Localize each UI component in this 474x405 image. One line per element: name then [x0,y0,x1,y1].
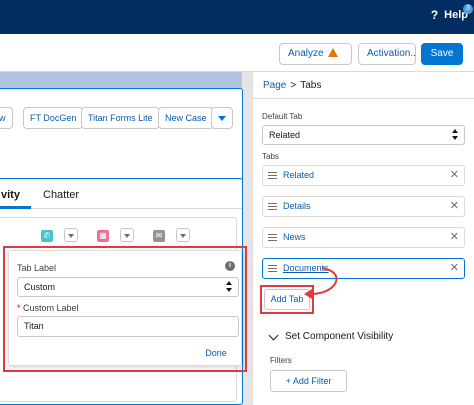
add-filter-label: Add Filter [292,376,332,386]
log-call-button[interactable]: ✆ [36,228,58,244]
action-button-titan-forms-lite[interactable]: Titan Forms Lite [81,107,160,129]
add-tab-button[interactable]: Add Tab [264,289,310,310]
plus-icon: + [285,376,293,386]
breadcrumb: Page > Tabs [263,80,321,91]
analyze-label: Analyze [288,48,324,59]
global-header: ? Help 3 [0,0,474,34]
popover-highlight [3,246,247,372]
divider [253,98,474,99]
activation-button[interactable]: Activation... [358,43,416,65]
breadcrumb-separator: > [290,80,297,91]
close-icon[interactable]: ✕ [450,262,459,275]
close-icon[interactable]: ✕ [450,231,459,244]
question-icon: ? [430,8,439,22]
active-tab-indicator [0,206,31,209]
email-button[interactable]: ✉ [148,228,170,244]
select-arrows-icon [452,129,459,141]
add-filter-button[interactable]: + Add Filter [270,370,347,392]
visibility-section-header[interactable]: Set Component Visibility [268,330,394,342]
tab-activity[interactable]: vity [1,189,20,201]
tab-bar: vity Chatter [0,179,242,209]
new-event-dropdown[interactable] [120,228,134,242]
tab-chatter[interactable]: Chatter [43,189,79,201]
tab-item-documents[interactable]: Documents ✕ [262,258,465,279]
action-button-truncated[interactable]: ow [0,107,13,129]
analyze-button[interactable]: Analyze [279,43,352,65]
new-event-button[interactable]: ▦ [92,228,114,244]
default-tab-select[interactable]: Related [262,125,465,145]
tab-item-label[interactable]: Details [283,201,311,211]
drag-handle-icon[interactable] [268,172,277,179]
drag-handle-icon[interactable] [268,203,277,210]
tab-item-label[interactable]: Documents [283,263,329,273]
chevron-down-icon [268,330,279,341]
help-badge: 3 [463,4,473,14]
breadcrumb-current: Tabs [300,80,322,91]
drag-handle-icon[interactable] [268,234,277,241]
more-actions-dropdown[interactable] [211,107,233,129]
email-dropdown[interactable] [176,228,190,242]
tab-item-related[interactable]: Related ✕ [262,165,465,186]
properties-panel: Page > Tabs Default Tab Related Tabs Relat… [252,72,474,405]
visibility-title: Set Component Visibility [285,331,394,342]
breadcrumb-page[interactable]: Page [263,80,286,91]
action-button-ft-docgen[interactable]: FT DocGen [23,107,84,129]
default-tab-value: Related [269,130,301,140]
log-call-dropdown[interactable] [64,228,78,242]
tab-item-label[interactable]: News [283,232,306,242]
drag-handle-icon[interactable] [268,265,277,272]
calendar-icon: ▦ [97,230,109,242]
default-tab-label: Default Tab [262,112,303,121]
close-icon[interactable]: ✕ [450,200,459,213]
close-icon[interactable]: ✕ [450,169,459,182]
builder-header: Analyze Activation... Save [0,34,474,72]
email-icon: ✉ [153,230,165,242]
action-button-new-case[interactable]: New Case [158,107,214,129]
tab-item-news[interactable]: News ✕ [262,227,465,248]
save-button[interactable]: Save [421,43,463,65]
tabs-label: Tabs [262,152,279,161]
warning-icon [327,48,338,57]
tab-item-details[interactable]: Details ✕ [262,196,465,217]
tab-item-label[interactable]: Related [283,170,314,180]
phone-icon: ✆ [41,230,53,242]
filters-label: Filters [270,356,292,365]
